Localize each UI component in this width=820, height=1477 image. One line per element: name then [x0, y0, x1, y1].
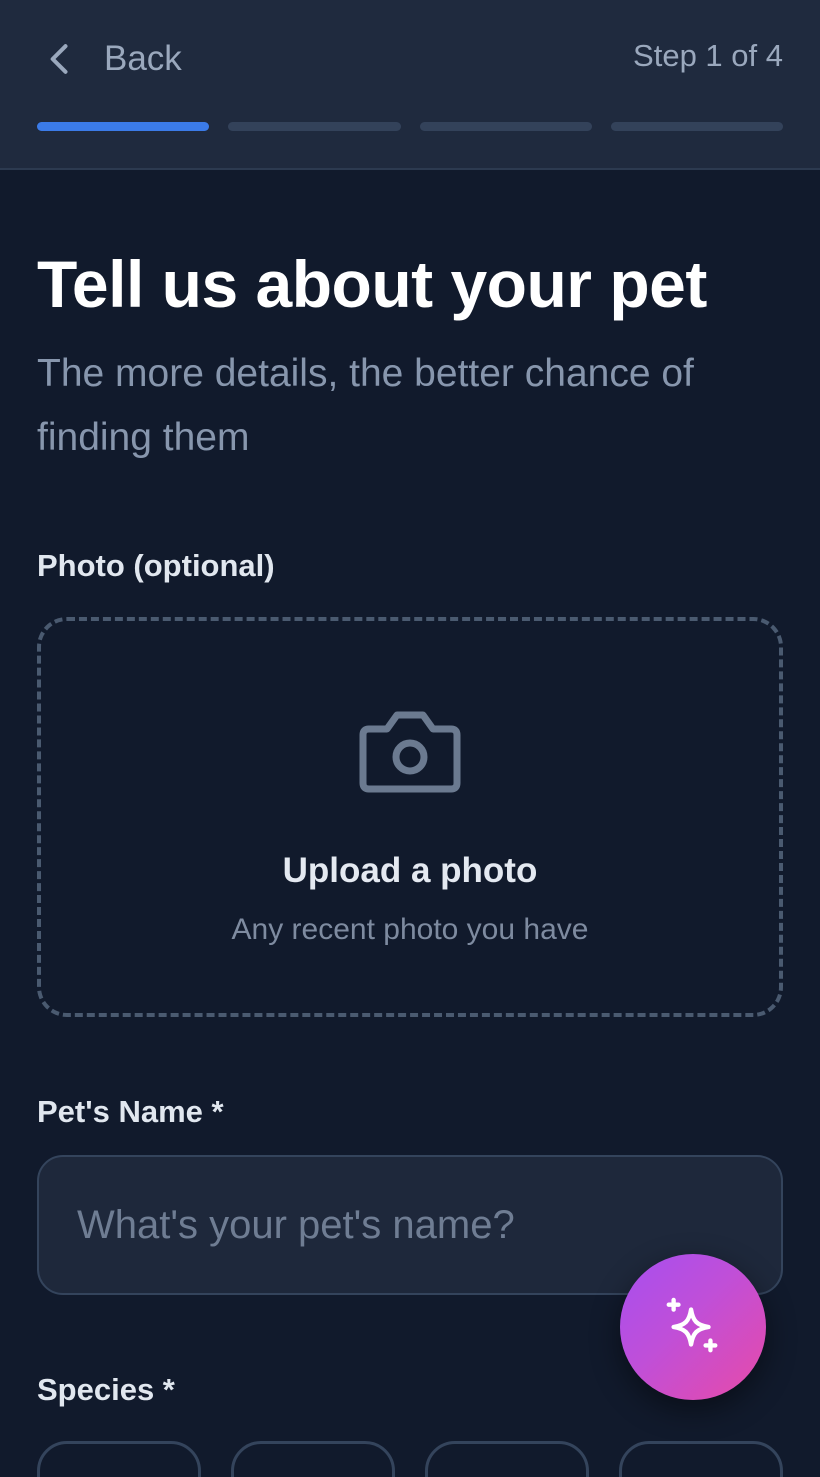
species-options — [37, 1441, 783, 1477]
pet-name-label: Pet's Name * — [37, 1094, 224, 1129]
progress-segment-4 — [610, 122, 783, 131]
sparkles-icon — [666, 1297, 718, 1353]
camera-icon — [359, 711, 461, 793]
upload-hint: Any recent photo you have — [231, 913, 589, 946]
back-label: Back — [104, 39, 182, 78]
progress-segment-2 — [228, 122, 401, 131]
progress-segment-1 — [37, 122, 210, 131]
page-subtitle: The more details, the better chance of f… — [37, 352, 694, 459]
species-option[interactable] — [619, 1441, 783, 1477]
step-progress-bar — [37, 122, 783, 131]
species-label: Species * — [37, 1372, 175, 1407]
species-option[interactable] — [425, 1441, 589, 1477]
photo-upload-area[interactable]: Upload a photo Any recent photo you have — [37, 617, 783, 1017]
species-option[interactable] — [231, 1441, 395, 1477]
step-indicator: Step 1 of 4 — [633, 38, 783, 73]
photo-label: Photo (optional) — [37, 548, 275, 583]
chevron-left-icon — [50, 44, 68, 74]
report-pet-screen: Back Step 1 of 4 Tell us about your pet … — [0, 0, 820, 1477]
page-title: Tell us about your pet — [37, 247, 707, 321]
upload-title: Upload a photo — [282, 851, 538, 890]
progress-segment-3 — [419, 122, 592, 131]
species-option[interactable] — [37, 1441, 201, 1477]
ai-assist-button[interactable] — [620, 1254, 766, 1400]
back-button[interactable]: Back — [38, 30, 182, 88]
header: Back Step 1 of 4 — [0, 0, 820, 170]
